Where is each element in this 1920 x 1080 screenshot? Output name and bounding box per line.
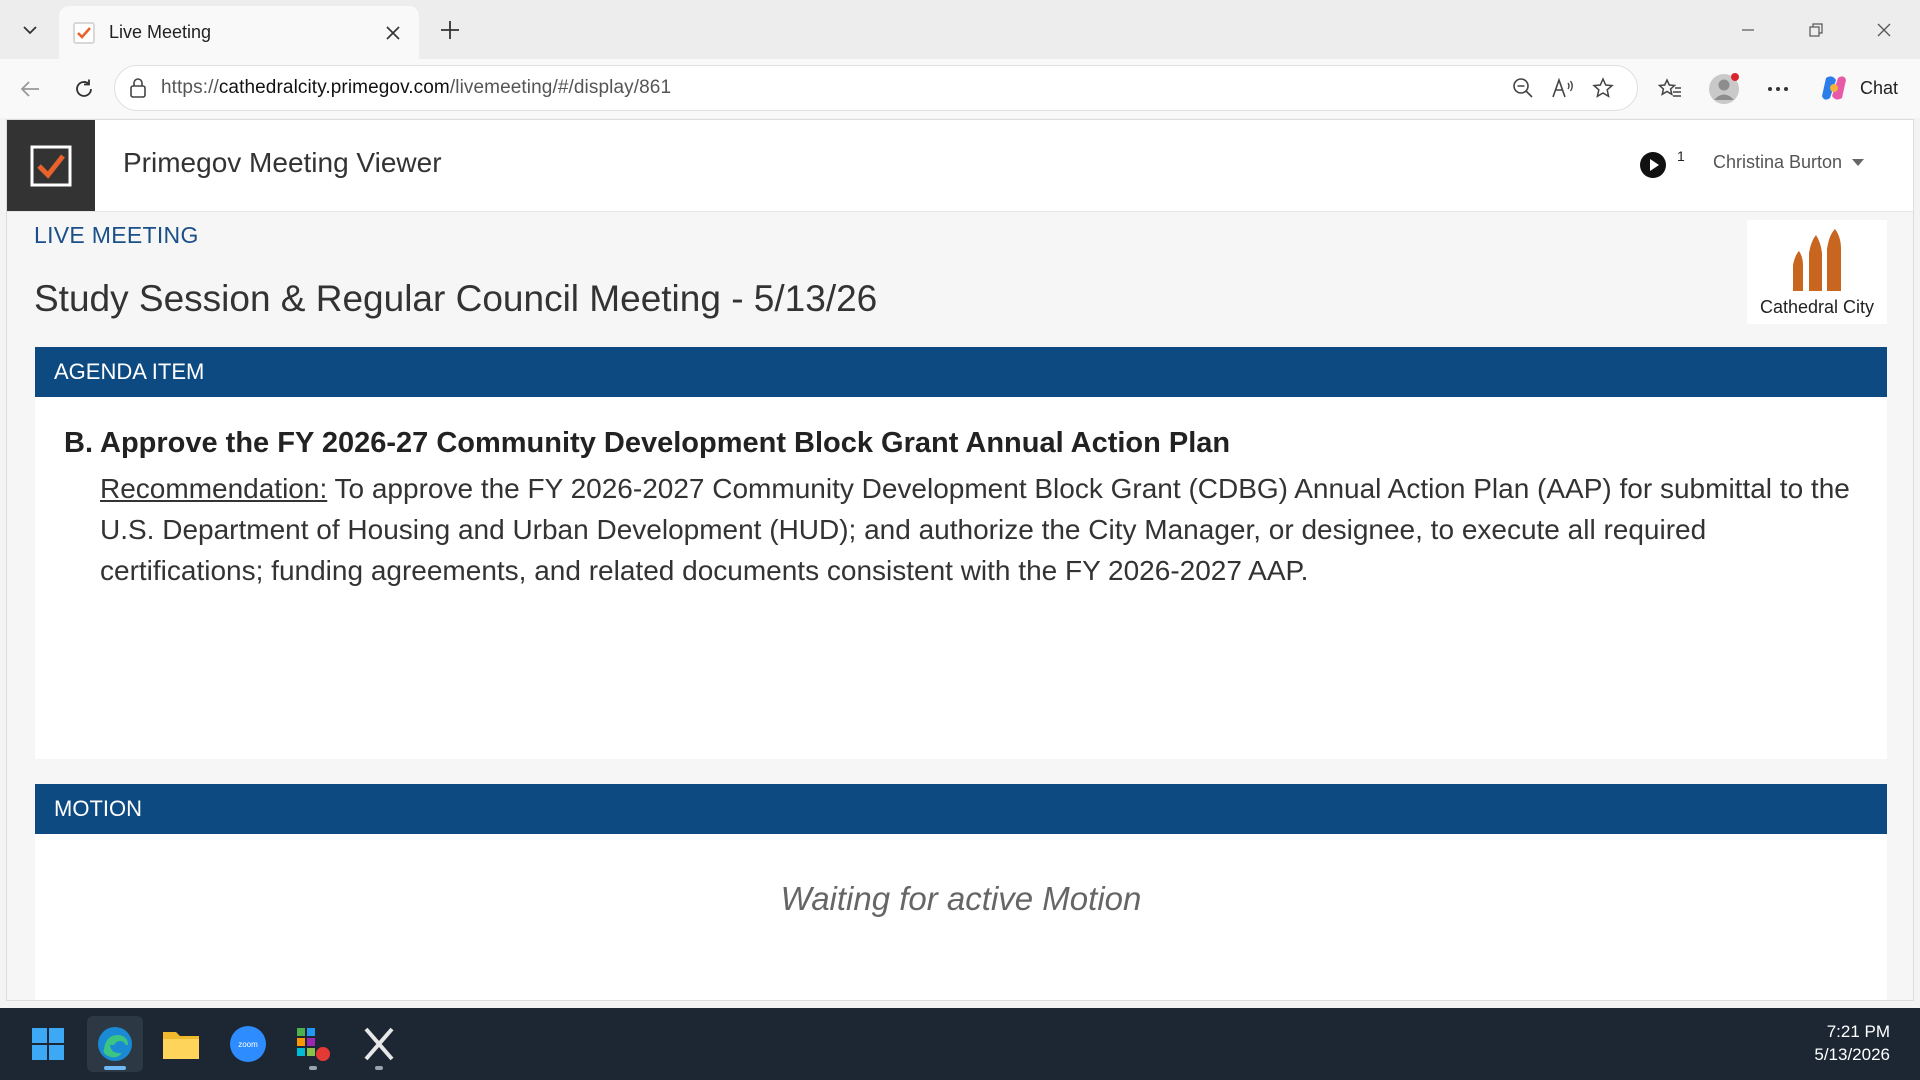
edge-icon [98, 1027, 132, 1061]
recommendation: Recommendation: To approve the FY 2026-2… [100, 468, 1860, 591]
agenda-item-panel: AGENDA ITEM B. Approve the FY 2026-27 Co… [35, 347, 1887, 759]
tab-close-button[interactable] [381, 21, 405, 45]
app-header: Primegov Meeting Viewer 1 Christina Burt… [7, 120, 1913, 212]
checkmark-favicon-icon [73, 21, 95, 44]
taskbar-file-explorer[interactable] [153, 1016, 209, 1072]
browser-tab-strip: Live Meeting [0, 0, 1920, 59]
motion-waiting-message: Waiting for active Motion [780, 880, 1142, 917]
favorites-icon [1658, 78, 1681, 97]
taskbar: zoom 7:21 PM 5/13/2026 [0, 1008, 1920, 1080]
more-horizontal-icon [1768, 87, 1788, 91]
clock-time: 7:21 PM [1826, 1022, 1890, 1041]
read-aloud-icon [1552, 77, 1573, 98]
lock-icon [130, 78, 146, 98]
restore-icon [1809, 23, 1823, 37]
settings-more-button[interactable] [1758, 69, 1798, 109]
zoom-icon: zoom [230, 1026, 266, 1062]
tab-title: Live Meeting [109, 22, 212, 42]
avatar-icon [1709, 73, 1739, 104]
copilot-icon [1822, 76, 1846, 100]
agenda-item-letter: B. [64, 427, 93, 459]
meeting-title: Study Session & Regular Council Meeting … [34, 278, 878, 319]
read-aloud-button[interactable] [1543, 68, 1583, 108]
refresh-button[interactable] [66, 71, 102, 107]
app-title: Primegov Meeting Viewer [123, 147, 442, 178]
close-window-button[interactable] [1862, 10, 1906, 50]
x-icon [364, 1027, 394, 1061]
motion-header: MOTION [35, 784, 1887, 834]
user-menu[interactable]: Christina Burton [1713, 152, 1865, 173]
running-indicator [309, 1066, 317, 1070]
user-name: Christina Burton [1713, 152, 1843, 172]
checkbox-logo-icon [30, 145, 72, 186]
system-clock[interactable]: 7:21 PM 5/13/2026 [1814, 1020, 1890, 1066]
profile-button[interactable] [1704, 69, 1744, 109]
play-icon[interactable] [1639, 151, 1667, 179]
minimize-icon [1742, 29, 1754, 31]
web-page: Primegov Meeting Viewer 1 Christina Burt… [6, 119, 1914, 1001]
chat-label: Chat [1860, 77, 1899, 98]
app-logo[interactable] [7, 120, 95, 211]
chevron-down-icon [23, 26, 37, 35]
back-button[interactable] [12, 71, 48, 107]
city-logo-text: Cathedral City [1759, 297, 1875, 317]
browser-toolbar: https://cathedralcity.primegov.com/livem… [0, 59, 1920, 118]
city-logo: Cathedral City [1747, 220, 1887, 324]
star-icon [1592, 77, 1614, 98]
plus-icon [441, 21, 459, 39]
recommendation-text: To approve the FY 2026-2027 Community De… [100, 473, 1850, 586]
live-meeting-label: LIVE MEETING [34, 222, 199, 248]
caret-down-icon [1852, 159, 1865, 166]
taskbar-edge[interactable] [87, 1016, 143, 1072]
active-indicator [104, 1066, 126, 1070]
favorite-button[interactable] [1583, 68, 1623, 108]
new-tab-button[interactable] [432, 12, 468, 48]
svg-text:zoom: zoom [238, 1040, 258, 1049]
copilot-chat-button[interactable]: Chat [1810, 67, 1910, 109]
start-button[interactable] [20, 1016, 76, 1072]
meeting-content: LIVE MEETING Study Session & Regular Cou… [7, 212, 1913, 1000]
agenda-item-title: B. Approve the FY 2026-27 Community Deve… [64, 427, 1887, 460]
taskbar-app-grid[interactable] [285, 1016, 341, 1072]
agenda-item-title-text: Approve the FY 2026-27 Community Develop… [100, 427, 1231, 459]
agenda-item-body: B. Approve the FY 2026-27 Community Deve… [35, 397, 1887, 591]
zoom-out-icon [1513, 78, 1533, 98]
close-icon [386, 25, 400, 40]
address-bar[interactable]: https://cathedralcity.primegov.com/livem… [114, 65, 1638, 111]
favorites-button[interactable] [1650, 69, 1690, 109]
running-indicator [375, 1066, 383, 1070]
refresh-icon [76, 79, 92, 97]
cathedral-city-emblem-icon [1793, 229, 1841, 291]
app-grid-icon [297, 1028, 330, 1061]
agenda-item-header: AGENDA ITEM [35, 347, 1887, 397]
minimize-button[interactable] [1726, 10, 1770, 50]
clock-date: 5/13/2026 [1814, 1045, 1890, 1064]
browser-tab[interactable]: Live Meeting [59, 6, 419, 59]
restore-button[interactable] [1794, 10, 1838, 50]
tab-actions-menu[interactable] [8, 10, 52, 50]
taskbar-zoom[interactable]: zoom [220, 1016, 276, 1072]
taskbar-x[interactable] [351, 1016, 407, 1072]
recommendation-label: Recommendation: [100, 473, 328, 504]
motion-panel: MOTION Waiting for active Motion [35, 784, 1887, 1000]
arrow-left-icon [20, 81, 39, 97]
start-icon [32, 1028, 64, 1060]
file-explorer-icon [163, 1032, 199, 1059]
zoom-out-button[interactable] [1503, 68, 1543, 108]
play-count: 1 [1677, 148, 1685, 164]
url-text: https://cathedralcity.primegov.com/livem… [161, 77, 672, 98]
close-icon [1877, 23, 1891, 37]
